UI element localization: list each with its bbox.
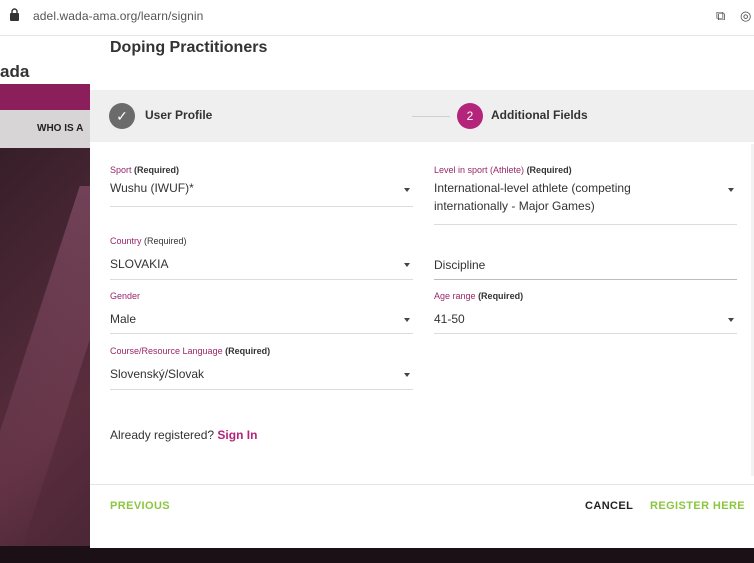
chevron-down-icon[interactable]: [404, 318, 410, 322]
level-label-text: Level in sport (Athlete): [434, 165, 525, 175]
bg-brand-band: [0, 84, 100, 110]
country-label: Country (Required): [110, 236, 187, 246]
bg-nav-item: WHO IS A: [37, 123, 84, 134]
age-range-required: (Required): [478, 291, 524, 301]
language-required: (Required): [225, 346, 271, 356]
url-text[interactable]: adel.wada-ama.org/learn/signin: [33, 9, 203, 23]
country-underline: [110, 279, 413, 280]
modal-title: Doping Practitioners: [110, 39, 268, 56]
gender-select[interactable]: Gender Male: [110, 291, 413, 334]
step-user-profile[interactable]: User Profile: [145, 108, 212, 122]
lock-icon: [10, 8, 19, 21]
country-value[interactable]: SLOVAKIA: [110, 256, 168, 272]
discipline-placeholder[interactable]: Discipline: [434, 257, 485, 273]
language-value[interactable]: Slovenský/Slovak: [110, 366, 204, 382]
country-label-text: Country: [110, 236, 142, 246]
step-connector: [412, 116, 450, 117]
discipline-input[interactable]: Discipline: [434, 254, 737, 280]
chevron-down-icon[interactable]: [728, 188, 734, 192]
age-range-underline: [434, 333, 737, 334]
sport-label: Sport (Required): [110, 165, 179, 175]
gender-label: Gender: [110, 291, 141, 301]
register-button[interactable]: REGISTER HERE: [650, 500, 745, 512]
address-bar[interactable]: adel.wada-ama.org/learn/signin ⧉ ◎: [0, 0, 754, 36]
language-select[interactable]: Course/Resource Language (Required) Slov…: [110, 346, 413, 392]
chevron-down-icon[interactable]: [728, 318, 734, 322]
gender-underline: [110, 333, 413, 334]
camera-icon[interactable]: ◎: [740, 8, 751, 24]
age-range-value[interactable]: 41-50: [434, 311, 465, 327]
step-complete-check-icon[interactable]: ✓: [109, 103, 135, 129]
step-additional-fields: Additional Fields: [491, 108, 588, 122]
chevron-down-icon[interactable]: [404, 188, 410, 192]
sport-underline: [110, 206, 413, 207]
previous-button[interactable]: PREVIOUS: [110, 500, 170, 512]
signin-prompt: Already registered? Sign In: [110, 428, 257, 442]
level-value-line1[interactable]: International-level athlete (competing: [434, 180, 631, 196]
level-select[interactable]: Level in sport (Athlete) (Required) Inte…: [434, 165, 737, 225]
sport-label-text: Sport: [110, 165, 132, 175]
chevron-down-icon[interactable]: [404, 263, 410, 267]
age-range-label: Age range (Required): [434, 291, 523, 301]
age-range-label-text: Age range: [434, 291, 476, 301]
bg-bottom-strip: [0, 546, 754, 563]
language-underline: [110, 389, 413, 390]
signin-link[interactable]: Sign In: [217, 428, 257, 442]
level-value-line2[interactable]: internationally - Major Games): [434, 198, 595, 214]
sport-required: (Required): [134, 165, 180, 175]
country-select[interactable]: Country (Required) SLOVAKIA: [110, 236, 413, 280]
gender-value[interactable]: Male: [110, 311, 136, 327]
step-number-badge: 2: [457, 103, 483, 129]
sport-select[interactable]: Sport (Required) Wushu (IWUF)*: [110, 165, 413, 207]
level-label: Level in sport (Athlete) (Required): [434, 165, 572, 175]
registration-modal: Doping Practitioners ✓ User Profile 2 Ad…: [90, 36, 754, 548]
sport-value[interactable]: Wushu (IWUF)*: [110, 180, 194, 196]
cancel-button[interactable]: CANCEL: [585, 500, 633, 512]
share-icon[interactable]: ⧉: [716, 8, 725, 24]
signin-prompt-text: Already registered?: [110, 428, 215, 442]
language-label: Course/Resource Language (Required): [110, 346, 270, 356]
discipline-underline: [434, 279, 737, 280]
language-label-text: Course/Resource Language: [110, 346, 223, 356]
chevron-down-icon[interactable]: [404, 373, 410, 377]
country-required: (Required): [144, 236, 187, 246]
footer-divider: [90, 484, 754, 485]
level-underline: [434, 224, 737, 225]
level-required: (Required): [526, 165, 572, 175]
bg-logo: ada: [0, 62, 30, 81]
age-range-select[interactable]: Age range (Required) 41-50: [434, 291, 737, 334]
stepper: ✓ User Profile 2 Additional Fields: [90, 90, 754, 142]
